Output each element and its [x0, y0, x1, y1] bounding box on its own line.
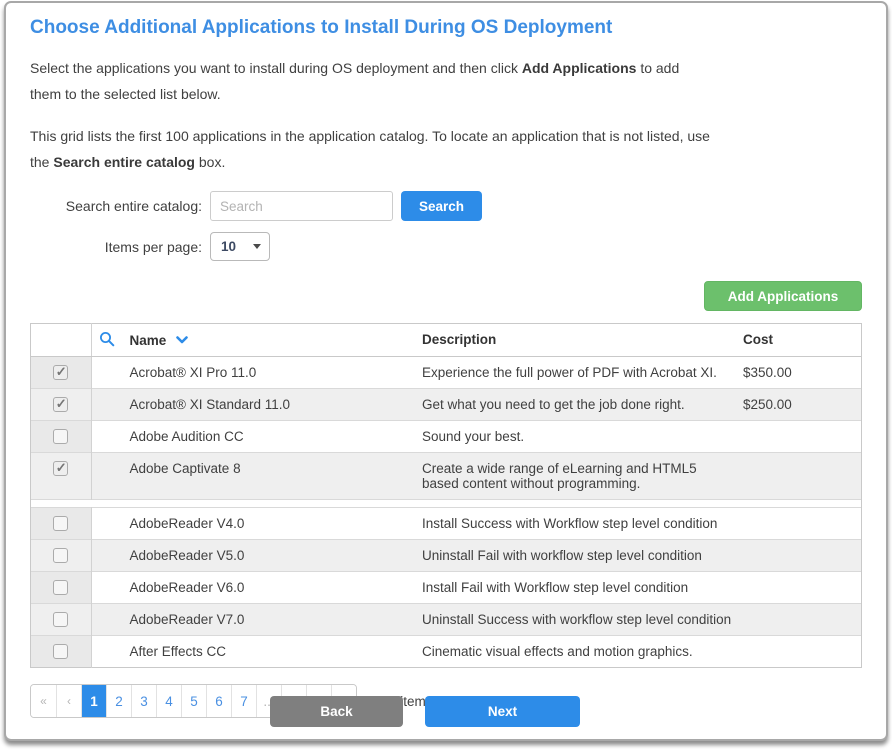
applications-grid: Name Description Cost: [30, 323, 862, 668]
row-select-cell: [31, 508, 91, 540]
app-description: Uninstall Success with workflow step lev…: [422, 604, 743, 636]
app-name: AdobeReader V4.0: [91, 508, 422, 540]
app-description: Cinematic visual effects and motion grap…: [422, 636, 743, 668]
back-button[interactable]: Back: [270, 696, 403, 727]
app-cost: [743, 453, 861, 500]
intro-paragraph-2: This grid lists the first 100 applicatio…: [30, 123, 710, 175]
app-cost: [743, 540, 861, 572]
cost-column-header[interactable]: Cost: [743, 324, 861, 357]
app-description: Get what you need to get the job done ri…: [422, 389, 743, 421]
next-button[interactable]: Next: [425, 696, 580, 727]
app-cost: [743, 604, 861, 636]
app-name: AdobeReader V6.0: [91, 572, 422, 604]
app-cost: [743, 421, 861, 453]
row-checkbox[interactable]: [53, 644, 68, 659]
row-select-cell: [31, 357, 91, 389]
row-checkbox[interactable]: [53, 365, 68, 380]
app-description: Install Fail with Workflow step level co…: [422, 572, 743, 604]
row-select-cell: [31, 604, 91, 636]
row-checkbox[interactable]: [53, 580, 68, 595]
row-checkbox[interactable]: [53, 429, 68, 444]
table-row: AdobeReader V6.0 Install Fail with Workf…: [31, 572, 861, 604]
search-input[interactable]: [210, 191, 393, 221]
row-select-cell: [31, 572, 91, 604]
grid-section-gap: [31, 500, 861, 507]
app-name: After Effects CC: [91, 636, 422, 668]
items-per-page-row: Items per page: 10: [30, 232, 862, 261]
page-title: Choose Additional Applications to Instal…: [30, 17, 862, 39]
row-checkbox[interactable]: [53, 612, 68, 627]
table-row: Adobe Audition CC Sound your best.: [31, 421, 861, 453]
app-name: AdobeReader V5.0: [91, 540, 422, 572]
app-cost: $350.00: [743, 357, 861, 389]
search-icon[interactable]: [99, 331, 115, 350]
row-checkbox[interactable]: [53, 397, 68, 412]
table-row: After Effects CC Cinematic visual effect…: [31, 636, 861, 668]
app-description: Sound your best.: [422, 421, 743, 453]
search-row: Search entire catalog: Search: [30, 191, 862, 221]
app-cost: [743, 508, 861, 540]
app-cost: [743, 636, 861, 668]
grid-header-row: Name Description Cost: [31, 324, 861, 357]
row-checkbox[interactable]: [53, 516, 68, 531]
app-cost: $250.00: [743, 389, 861, 421]
row-checkbox[interactable]: [53, 461, 68, 476]
items-per-page-select[interactable]: 10: [210, 232, 270, 261]
search-catalog-label: Search entire catalog:: [30, 198, 202, 214]
table-row: AdobeReader V7.0 Uninstall Success with …: [31, 604, 861, 636]
add-applications-button[interactable]: Add Applications: [704, 281, 862, 311]
app-description: Experience the full power of PDF with Ac…: [422, 357, 743, 389]
intro-paragraph-1: Select the applications you want to inst…: [30, 55, 710, 107]
table-row: Acrobat® XI Pro 11.0 Experience the full…: [31, 357, 861, 389]
app-cost: [743, 572, 861, 604]
row-select-cell: [31, 636, 91, 668]
app-description: Install Success with Workflow step level…: [422, 508, 743, 540]
app-name: Adobe Captivate 8: [91, 453, 422, 500]
select-column-header: [31, 324, 91, 357]
row-checkbox[interactable]: [53, 548, 68, 563]
app-name: Acrobat® XI Pro 11.0: [91, 357, 422, 389]
search-button[interactable]: Search: [401, 191, 482, 221]
row-select-cell: [31, 453, 91, 500]
items-per-page-value: 10: [221, 239, 236, 254]
row-select-cell: [31, 540, 91, 572]
caret-down-icon: [253, 244, 261, 249]
table-row: AdobeReader V4.0 Install Success with Wo…: [31, 508, 861, 540]
description-column-header[interactable]: Description: [422, 324, 743, 357]
table-row: AdobeReader V5.0 Uninstall Fail with wor…: [31, 540, 861, 572]
table-row: Adobe Captivate 8 Create a wide range of…: [31, 453, 861, 500]
row-select-cell: [31, 421, 91, 453]
items-per-page-label: Items per page:: [30, 239, 202, 255]
table-row: Acrobat® XI Standard 11.0 Get what you n…: [31, 389, 861, 421]
app-name: Acrobat® XI Standard 11.0: [91, 389, 422, 421]
app-description: Create a wide range of eLearning and HTM…: [422, 453, 743, 500]
wizard-dialog: Choose Additional Applications to Instal…: [4, 1, 888, 741]
app-name: Adobe Audition CC: [91, 421, 422, 453]
app-name: AdobeReader V7.0: [91, 604, 422, 636]
chevron-down-icon: [176, 332, 188, 347]
row-select-cell: [31, 389, 91, 421]
app-description: Uninstall Fail with workflow step level …: [422, 540, 743, 572]
name-column-header[interactable]: Name: [91, 324, 422, 357]
